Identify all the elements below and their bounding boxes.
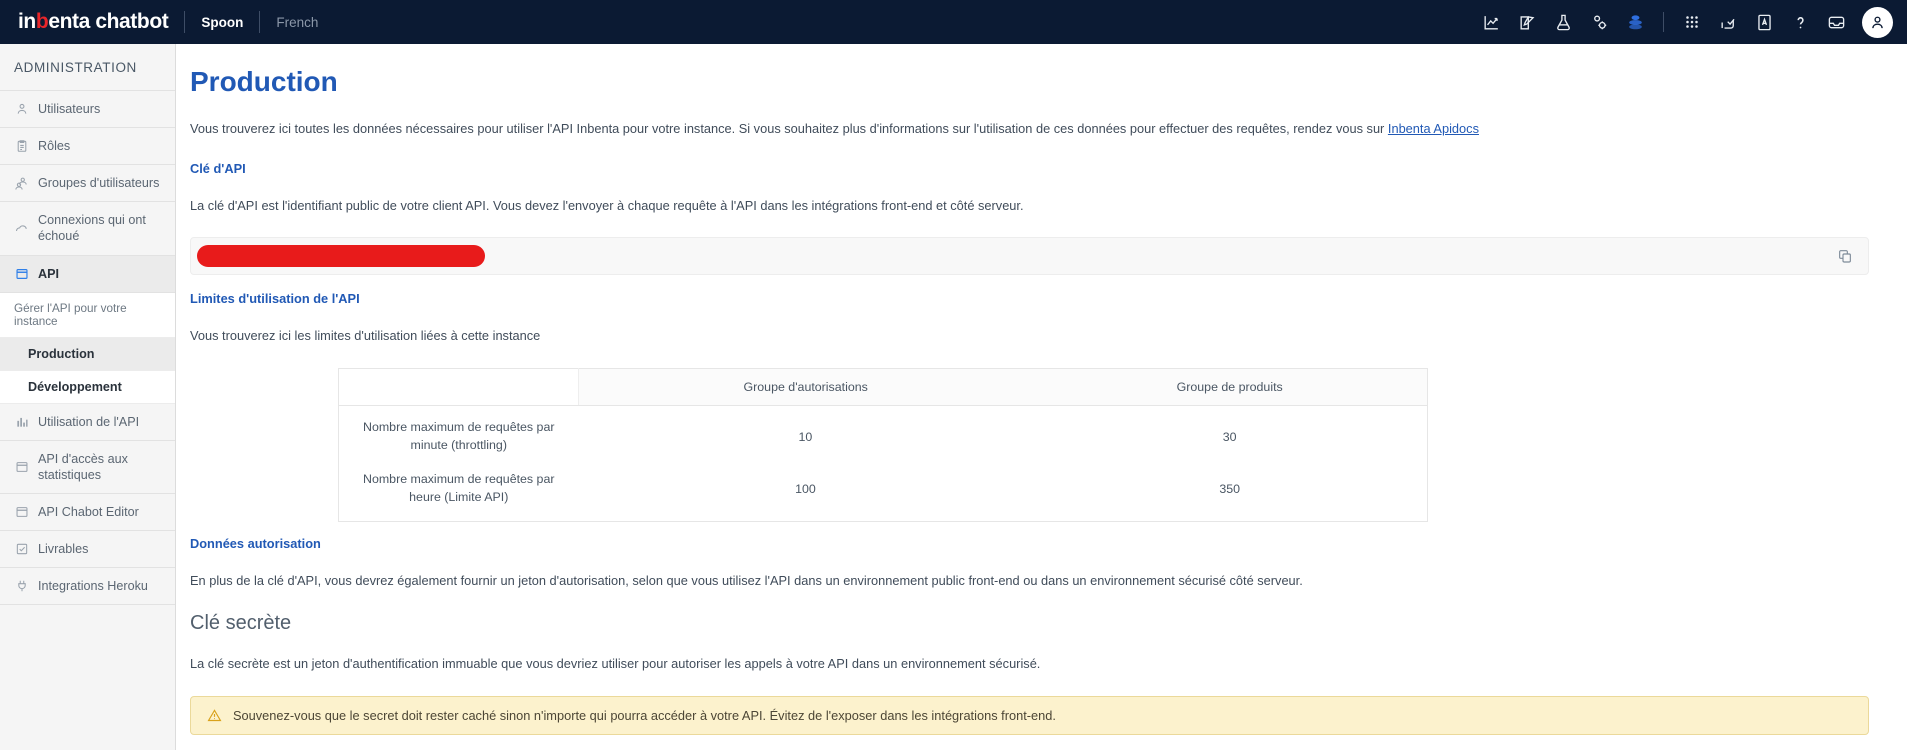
logo-text-post: enta chatbot (48, 10, 169, 33)
sidebar-subitem-developpement[interactable]: Développement (0, 370, 175, 404)
sidebar-item-api-acces-statistiques[interactable]: API d'accès aux statistiques (0, 441, 175, 494)
inbenta-apidocs-link[interactable]: Inbenta Apidocs (1388, 121, 1479, 136)
user-avatar[interactable] (1862, 6, 1893, 38)
sidebar-item-label: API Chabot Editor (38, 504, 139, 519)
sidebar-title: ADMINISTRATION (0, 44, 175, 91)
sidebar-item-label: Rôles (38, 139, 71, 154)
sidebar-item-connexions-echouees[interactable]: Connexions qui ont échoué (0, 202, 175, 256)
sidebar-item-api-chabot-editor[interactable]: API Chabot Editor (0, 494, 175, 532)
sidebar-item-integrations-heroku[interactable]: Integrations Heroku (0, 568, 175, 606)
sidebar-item-label: Groupes d'utilisateurs (38, 176, 160, 191)
gears-settings-icon[interactable] (1581, 4, 1617, 40)
table-row: Nombre maximum de requêtes par minute (t… (339, 405, 1428, 461)
secret-key-heading: Clé secrète (190, 612, 292, 635)
breadcrumb-instance[interactable]: Spoon (201, 15, 243, 30)
copy-icon[interactable] (1822, 238, 1868, 274)
limits-col-blank (338, 368, 579, 406)
sidebar-item-livrables[interactable]: Livrables (0, 531, 175, 569)
sidebar-item-label: Livrables (38, 542, 89, 557)
limits-col-products: Groupe de produits (1032, 368, 1428, 406)
analytics-chart-icon[interactable] (1473, 4, 1509, 40)
apps-grid-icon[interactable] (1674, 4, 1710, 40)
warning-text: Souvenez-vous que le secret doit rester … (233, 707, 1056, 723)
api-key-redaction-bar (197, 245, 485, 268)
limits-col-authorisations: Groupe d'autorisations (578, 368, 1033, 406)
breadcrumb-language[interactable]: French (276, 15, 318, 30)
help-question-icon[interactable] (1782, 4, 1818, 40)
limits-row-label: Nombre maximum de requêtes par heure (Li… (363, 471, 555, 504)
logo-text-b: b (35, 10, 49, 33)
flask-lab-icon[interactable] (1545, 4, 1581, 40)
limits-table-body: Nombre maximum de requêtes par minute (t… (339, 405, 1428, 521)
app-logo[interactable]: inbenta chatbot (18, 10, 169, 34)
sidebar-item-groupes-utilisateurs[interactable]: Groupes d'utilisateurs (0, 165, 175, 203)
limits-table-wrapper: Groupe d'autorisations Groupe de produit… (190, 367, 1869, 522)
window-icon (14, 460, 29, 474)
user-group-icon (14, 176, 29, 191)
inbox-envelope-icon[interactable] (1818, 4, 1854, 40)
checkbox-icon (14, 542, 29, 556)
limits-description: Vous trouverez ici les limites d'utilisa… (190, 328, 541, 344)
sidebar-item-label: API (38, 266, 59, 281)
edit-square-icon[interactable] (1509, 4, 1545, 40)
api-limits-table: Groupe d'autorisations Groupe de produit… (338, 367, 1428, 522)
page-title: Production (190, 66, 338, 97)
api-key-field[interactable] (190, 237, 1869, 276)
limits-cell-product: 30 (1222, 429, 1237, 444)
sidebar-item-label: Connexions qui ont échoué (38, 213, 146, 244)
api-key-description: La clé d'API est l'identifiant public de… (190, 197, 1024, 213)
top-icon-group (1473, 4, 1893, 40)
table-header-row: Groupe d'autorisations Groupe de produit… (338, 368, 1428, 406)
a-box-icon[interactable] (1746, 4, 1782, 40)
sidebar-item-label: Integrations Heroku (38, 579, 148, 594)
window-icon (14, 505, 29, 519)
limits-section-title: Limites d'utilisation de l'API (190, 291, 360, 307)
intro-text: Vous trouverez ici toutes les données né… (190, 121, 1388, 136)
instance-divider (259, 11, 261, 33)
logo-divider (184, 11, 186, 33)
admin-sidebar: ADMINISTRATION Utilisateurs Rôles Groupe… (0, 44, 176, 750)
sidebar-subitem-production[interactable]: Production (0, 337, 175, 371)
table-row: Nombre maximum de requêtes par heure (Li… (339, 462, 1428, 521)
sidebar-subsection-header: Gérer l'API pour votre instance (0, 292, 175, 338)
layers-admin-icon[interactable] (1617, 4, 1653, 40)
user-icon (14, 102, 29, 116)
sidebar-item-api[interactable]: API (0, 255, 175, 293)
warning-triangle-icon (207, 708, 222, 723)
limits-table-head: Groupe d'autorisations Groupe de produit… (338, 368, 1428, 406)
logo-text-pre: in (18, 10, 36, 33)
secret-warning-box: Souvenez-vous que le secret doit rester … (190, 695, 1869, 735)
sidebar-item-roles[interactable]: Rôles (0, 128, 175, 166)
limits-row-label: Nombre maximum de requêtes par minute (t… (363, 419, 555, 452)
intro-paragraph: Vous trouverez ici toutes les données né… (190, 120, 1869, 139)
limits-cell-product: 350 (1219, 481, 1241, 496)
bar-chart-icon (14, 415, 29, 429)
sidebar-item-label: API d'accès aux statistiques (38, 451, 128, 482)
limits-cell-auth: 10 (798, 429, 813, 444)
auth-description: En plus de la clé d'API, vous devrez éga… (190, 572, 1303, 588)
api-key-section-title: Clé d'API (190, 160, 246, 176)
main-content: Production Vous trouverez ici toutes les… (176, 44, 1907, 750)
sidebar-item-utilisation-api[interactable]: Utilisation de l'API (0, 404, 175, 441)
plug-icon (14, 579, 29, 593)
limits-cell-auth: 100 (795, 481, 816, 496)
top-navigation-bar: inbenta chatbot Spoon French (0, 0, 1907, 44)
top-icon-divider (1663, 12, 1664, 32)
page-shell: ADMINISTRATION Utilisateurs Rôles Groupe… (0, 44, 1907, 750)
secret-key-description: La clé secrète est un jeton d'authentifi… (190, 656, 1041, 672)
sidebar-item-label: Utilisateurs (38, 102, 101, 116)
sidebar-item-utilisateurs[interactable]: Utilisateurs (0, 91, 175, 129)
sidebar-item-label: Utilisation de l'API (38, 414, 140, 429)
hand-check-icon[interactable] (1710, 4, 1746, 40)
auth-section-title: Données autorisation (190, 535, 321, 551)
window-icon (14, 267, 29, 281)
clipboard-icon (14, 139, 29, 153)
failed-login-icon (14, 221, 29, 236)
